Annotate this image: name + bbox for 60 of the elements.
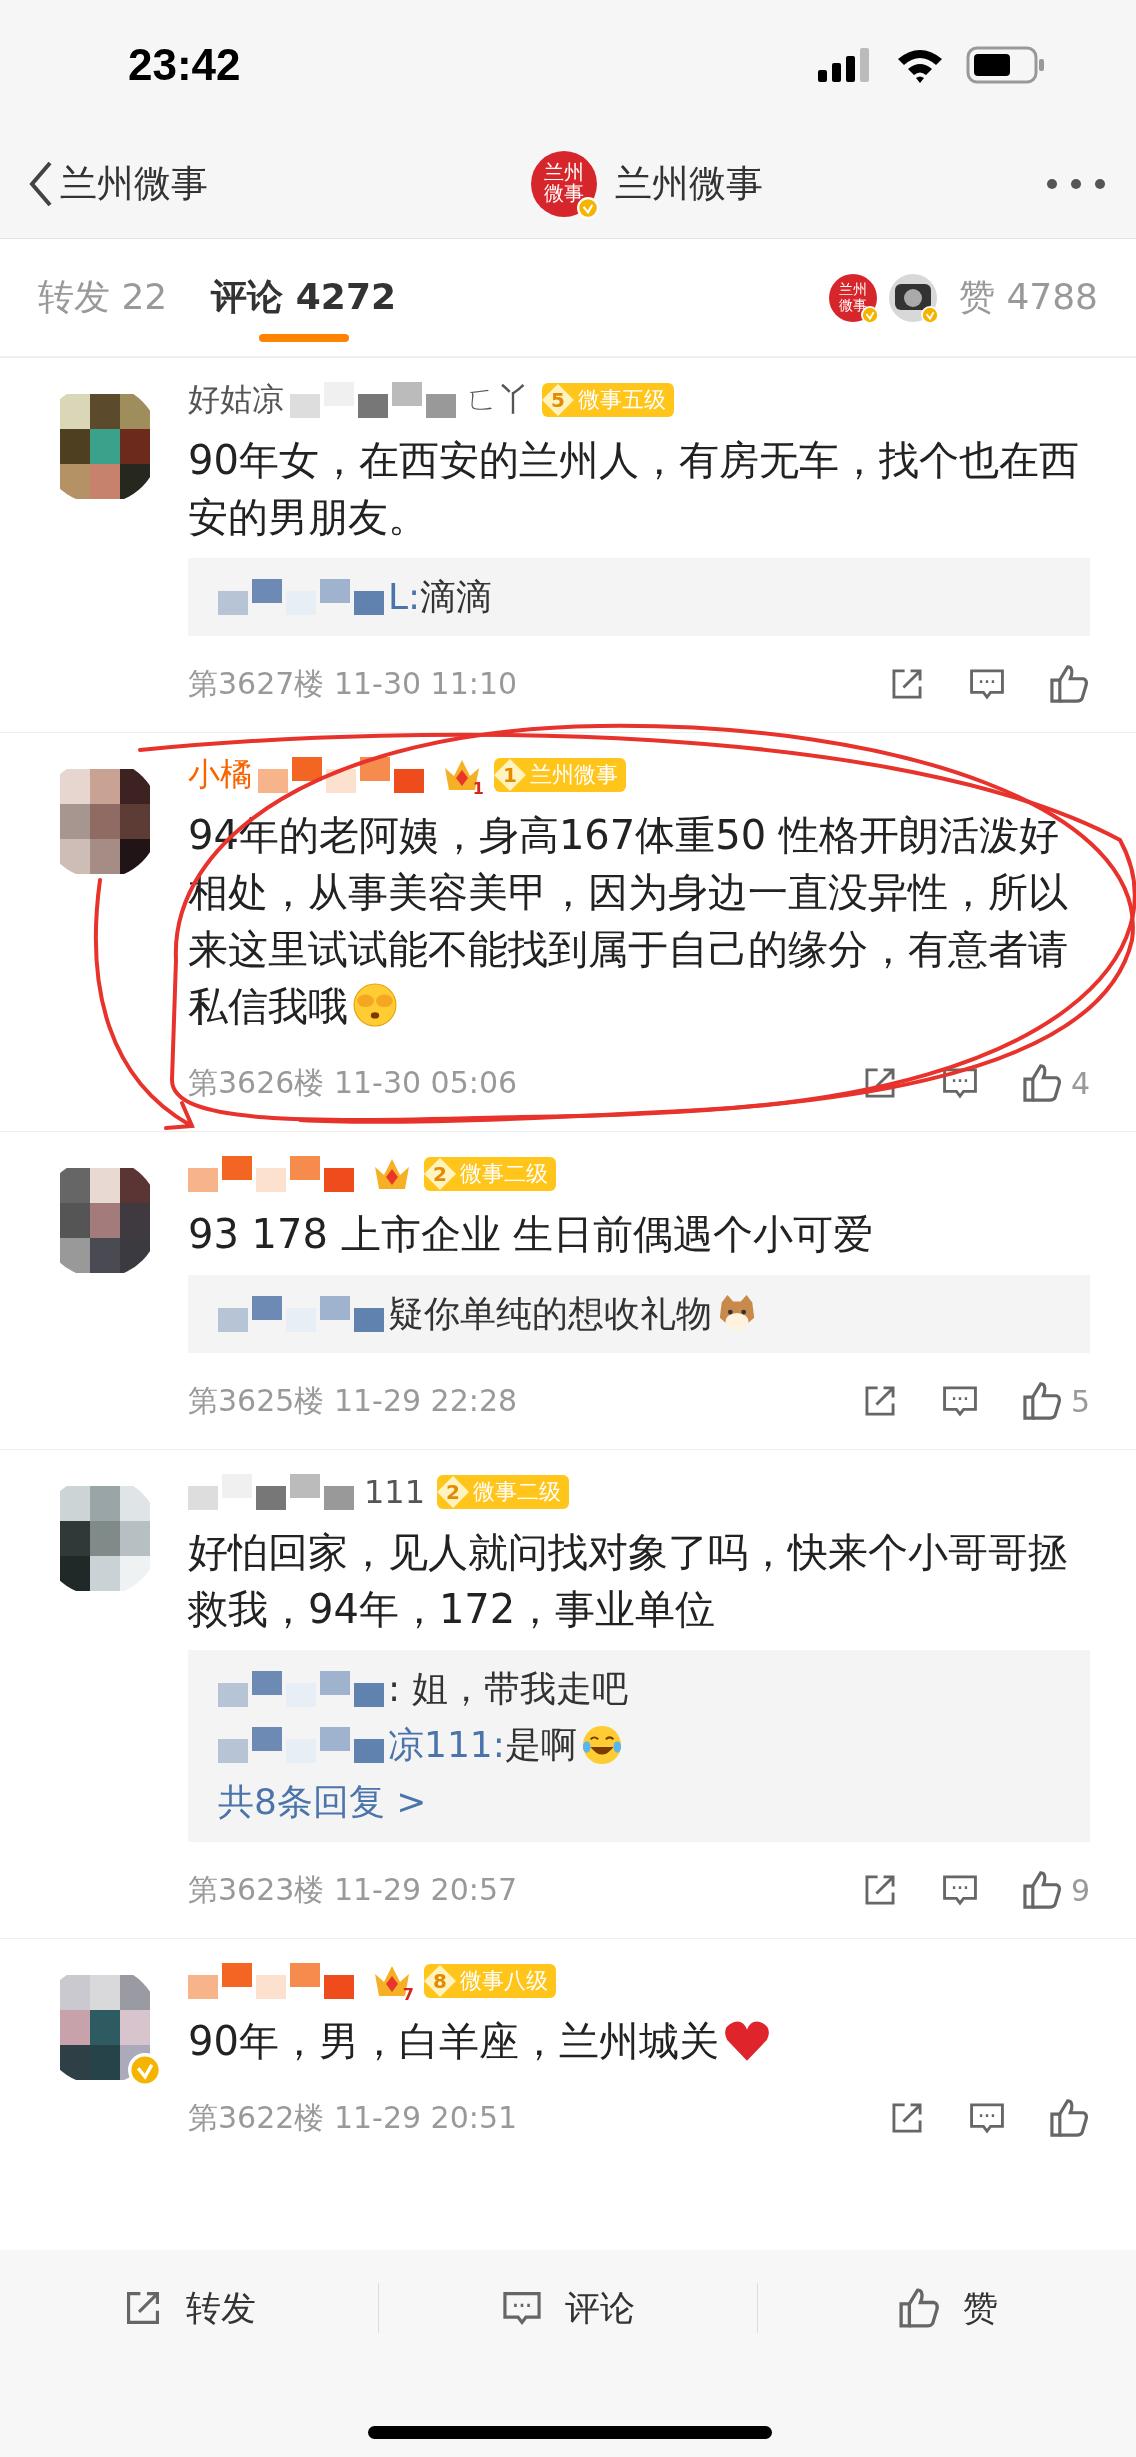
- floor-and-time: 第3626楼 11-30 05:06: [188, 1063, 519, 1102]
- like-button[interactable]: [1048, 663, 1090, 705]
- like-button[interactable]: 赞: [758, 2283, 1136, 2333]
- reply-text: : 姐，带我走吧: [388, 1667, 628, 1711]
- chevron-left-icon: [28, 161, 54, 207]
- like-button[interactable]: [1048, 2097, 1090, 2139]
- reply-text: 疑你单纯的想收礼物: [388, 1292, 712, 1336]
- more-icon: [1046, 178, 1106, 190]
- page-title: 兰州微事: [615, 161, 763, 207]
- badge-level: 8: [424, 1965, 456, 1997]
- username[interactable]: 111: [364, 1473, 426, 1511]
- comment-text: 90年女，在西安的兰州人，有房无车，找个也在西安的男朋友。: [188, 436, 1080, 542]
- reply-box[interactable]: 疑你单纯的想收礼物: [188, 1275, 1090, 1353]
- back-button[interactable]: 兰州微事: [28, 159, 208, 209]
- comment-text: 90年，男，白羊座，兰州城关: [188, 2013, 1090, 2070]
- badge-label: 微事二级: [460, 1160, 548, 1188]
- laughing-face-icon: [580, 1724, 623, 1766]
- repost-button[interactable]: 转发: [0, 2283, 378, 2333]
- crown-level: 1: [472, 779, 484, 798]
- floor-and-time: 第3625楼 11-29 22:28: [188, 1381, 519, 1420]
- crown-level: 7: [402, 1985, 414, 2004]
- thumbs-up-icon: [1020, 1869, 1063, 1911]
- thumbs-up-icon: [1048, 2097, 1090, 2139]
- reply-box[interactable]: L:滴滴: [188, 558, 1090, 636]
- floor-and-time: 第3622楼 11-29 20:51: [188, 2098, 519, 2137]
- heart-icon: [722, 2019, 771, 2063]
- username[interactable]: 好姑凉: [188, 378, 284, 422]
- reply-text: 是啊: [504, 1723, 577, 1767]
- reply-author[interactable]: 凉111:: [388, 1722, 505, 1768]
- badge-label: 微事八级: [460, 1967, 548, 1995]
- badge-label: 微事五级: [578, 386, 666, 414]
- account-logo: 兰州微事: [531, 151, 597, 217]
- comment-text: 好怕回家，见人就问找对象了吗，快来个小哥哥拯救我，94年，172，事业单位: [188, 1528, 1069, 1634]
- badge-level: 5: [542, 384, 574, 416]
- floor-and-time: 第3627楼 11-30 11:10: [188, 664, 519, 703]
- floor-and-time: 第3623楼 11-29 20:57: [188, 1870, 519, 1909]
- more-button[interactable]: [1046, 178, 1106, 190]
- badge-level: 2: [437, 1476, 470, 1508]
- reply-text: 滴滴: [420, 575, 493, 619]
- comment-button[interactable]: 评论: [379, 2283, 757, 2333]
- reply-box[interactable]: : 姐，带我走吧 凉111:是啊 共8条回复 >: [188, 1650, 1090, 1842]
- face-covering-eyes-icon: [352, 982, 398, 1028]
- wifi-icon: [896, 47, 944, 83]
- battery-icon: [966, 46, 1046, 84]
- like-count: 赞 4788: [958, 275, 1098, 319]
- account-logo: 兰州微事: [828, 273, 877, 322]
- username[interactable]: ㄈ丫: [466, 378, 530, 422]
- badge-label: 微事二级: [473, 1478, 562, 1506]
- badge-level: 2: [424, 1158, 456, 1190]
- badge-level: 1: [494, 759, 526, 791]
- reply-author[interactable]: L:: [388, 574, 421, 620]
- more-replies-link[interactable]: 共8条回复 >: [218, 1778, 1060, 1826]
- thumbs-up-icon: [1020, 1062, 1063, 1104]
- comment-text: 93 178 上市企业 生日前偶遇个小可爱: [188, 1210, 875, 1259]
- badge-label: 兰州微事: [530, 761, 618, 789]
- status-time: 23:42: [128, 40, 241, 90]
- thumbs-up-icon: [1048, 663, 1090, 705]
- tab[interactable]: 评论 4272: [211, 239, 396, 356]
- thumbs-up-icon: [1020, 1380, 1063, 1422]
- thumbs-up-icon: [896, 2286, 941, 2330]
